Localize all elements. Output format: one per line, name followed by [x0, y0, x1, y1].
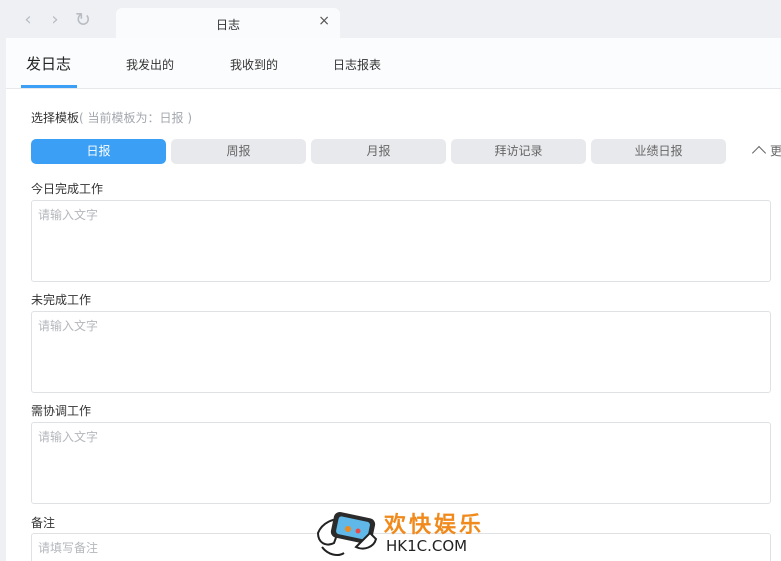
uncompleted-work-input[interactable]: [31, 311, 771, 393]
subnav-tab-sent[interactable]: 我发出的: [126, 56, 174, 73]
reload-icon[interactable]: ↻: [73, 9, 93, 31]
template-label-text: 选择模板: [31, 111, 80, 125]
template-button-daily[interactable]: 日报: [31, 139, 166, 164]
browser-toolbar: ‹ › ↻ 日志 ×: [0, 0, 781, 38]
template-button-weekly[interactable]: 周报: [171, 139, 306, 164]
current-template-note: ( 当前模板为：日报 ): [79, 111, 193, 125]
completed-work-input[interactable]: [31, 200, 771, 282]
subnav-tab-received[interactable]: 我收到的: [230, 56, 278, 73]
coordination-work-input[interactable]: [31, 422, 771, 504]
active-tab-indicator: [21, 85, 77, 88]
field-label-remarks: 备注: [31, 516, 56, 530]
forward-arrow-icon[interactable]: ›: [45, 9, 65, 31]
watermark-chinese-text: 欢快娱乐: [384, 512, 485, 538]
watermark-logo: 欢快娱乐 HK1C.COM: [312, 503, 481, 561]
template-label: 选择模板( 当前模板为：日报 ): [31, 109, 192, 126]
template-button-performance-daily[interactable]: 业绩日报: [591, 139, 726, 164]
field-label-completed: 今日完成工作: [31, 182, 104, 196]
chevron-up-icon: [751, 145, 767, 161]
close-icon[interactable]: ×: [318, 13, 330, 29]
field-label-uncompleted: 未完成工作: [31, 293, 92, 307]
more-templates-label: 更: [770, 144, 781, 158]
field-label-coordination: 需协调工作: [31, 404, 92, 418]
subnav: 发日志 我发出的 我收到的 日志报表: [6, 38, 781, 89]
game-controller-hands-icon: [316, 512, 378, 556]
tab-title: 日志: [215, 18, 240, 32]
journal-page: 发日志 我发出的 我收到的 日志报表 选择模板( 当前模板为：日报 ) 日报 周…: [6, 38, 781, 561]
template-button-visit-record[interactable]: 拜访记录: [451, 139, 586, 164]
template-button-monthly[interactable]: 月报: [311, 139, 446, 164]
back-arrow-icon[interactable]: ‹: [18, 9, 38, 31]
more-templates-toggle[interactable]: 更: [751, 142, 781, 161]
browser-tab[interactable]: 日志 ×: [116, 8, 340, 38]
subnav-tab-report[interactable]: 日志报表: [333, 56, 381, 73]
watermark-domain-text: HK1C.COM: [386, 537, 468, 555]
subnav-tab-post-journal[interactable]: 发日志: [26, 53, 71, 74]
